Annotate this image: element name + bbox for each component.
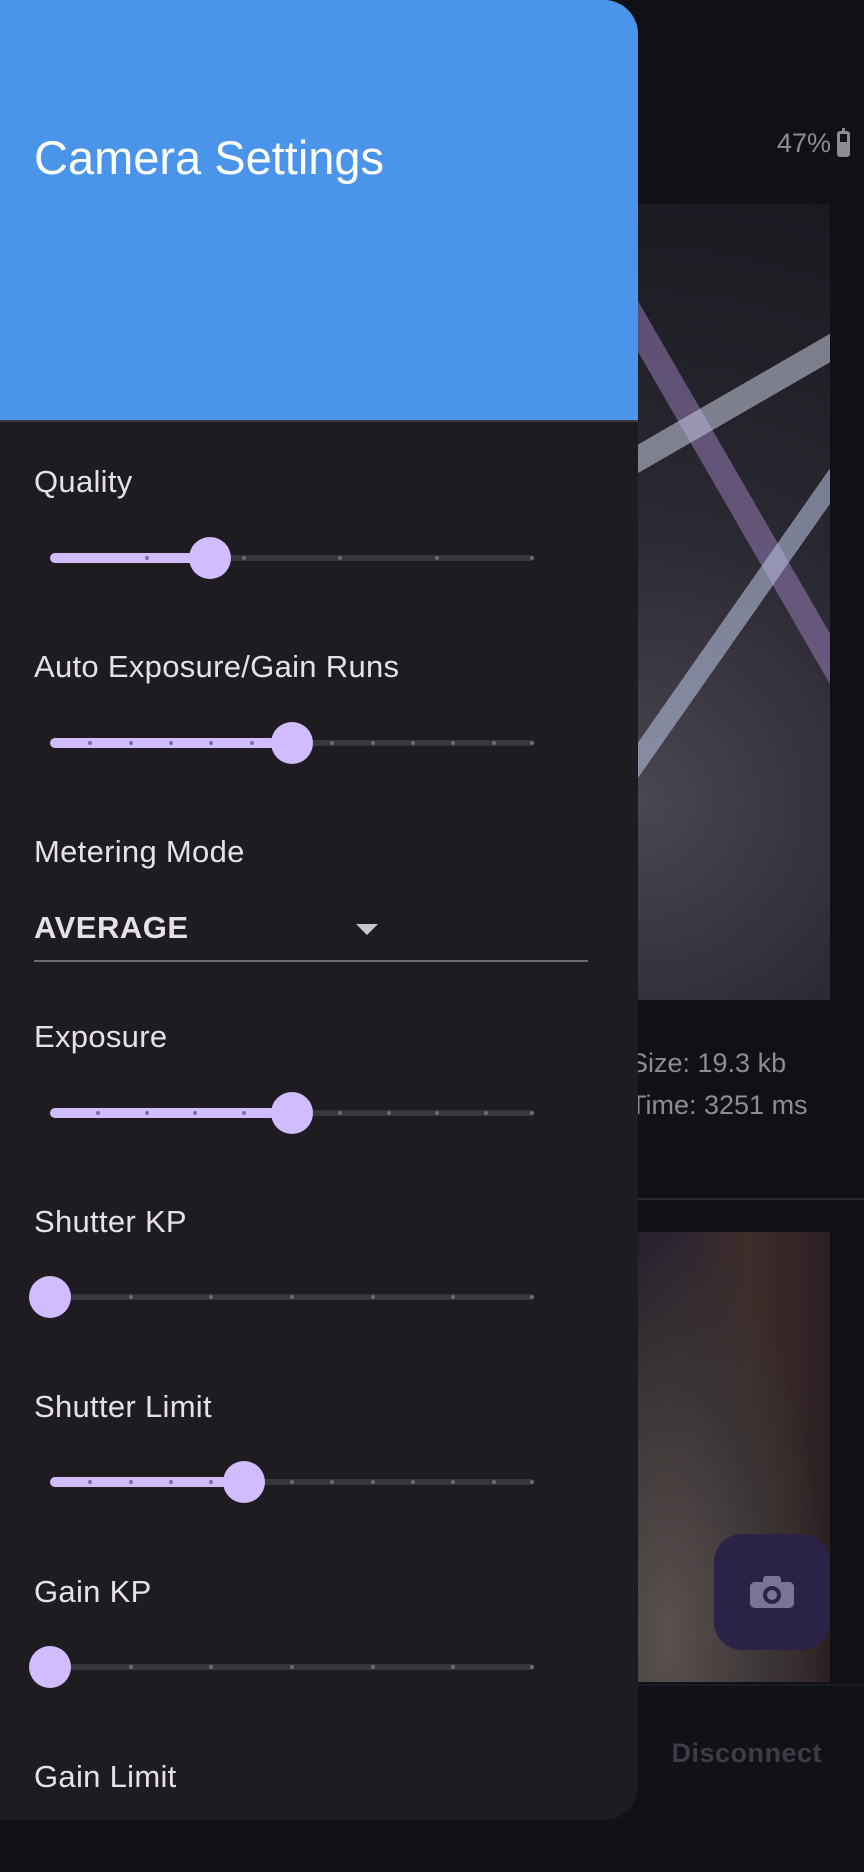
slider-tick: [128, 1480, 133, 1484]
slider-tick: [128, 1295, 133, 1299]
setting-shutter-kp: Shutter KP: [34, 1204, 604, 1240]
slider-tick: [530, 1480, 534, 1484]
slider-tick: [530, 1665, 534, 1669]
shutter-limit-label: Shutter Limit: [34, 1389, 212, 1424]
slider-tick: [128, 741, 133, 745]
quality-slider[interactable]: [50, 534, 534, 582]
slider-tick: [241, 1111, 246, 1115]
slider-tick: [370, 1480, 375, 1484]
slider-tick: [411, 741, 415, 745]
slider-thumb[interactable]: [271, 722, 313, 764]
slider-tick: [128, 1665, 133, 1669]
quality-label: Quality: [34, 464, 133, 499]
metering-value: AVERAGE: [34, 910, 189, 945]
shutter-limit-slider[interactable]: [50, 1458, 534, 1506]
shutter-kp-label: Shutter KP: [34, 1204, 187, 1239]
slider-tick: [386, 1111, 391, 1115]
setting-gain-kp: Gain KP: [34, 1574, 604, 1610]
slider-tick: [370, 1665, 375, 1669]
slider-thumb[interactable]: [188, 537, 231, 579]
slider-tick: [530, 741, 534, 745]
slider-tick: [530, 1111, 534, 1115]
slider-active-track: [50, 1477, 244, 1487]
slider-tick: [491, 741, 496, 745]
slider-tick: [530, 1295, 534, 1299]
setting-exposure: Exposure: [34, 1019, 604, 1055]
setting-gain-limit: Gain Limit: [34, 1759, 604, 1795]
slider-tick: [169, 741, 173, 745]
slider-tick: [290, 1665, 294, 1669]
slider-tick: [290, 1295, 294, 1299]
slider-tick: [290, 1480, 294, 1484]
slider-active-track: [50, 1108, 292, 1118]
setting-metering: Metering Mode: [34, 834, 604, 870]
slider-tick: [370, 741, 375, 745]
slider-active-track: [50, 553, 210, 563]
dropdown-arrow-icon: [356, 924, 378, 935]
shutter-kp-slider[interactable]: [29, 1273, 534, 1321]
slider-thumb[interactable]: [222, 1461, 265, 1503]
drawer-title: Camera Settings: [34, 131, 385, 184]
slider-tick: [411, 1480, 415, 1484]
setting-quality: Quality: [34, 464, 604, 500]
slider-thumb[interactable]: [29, 1276, 71, 1318]
slider-tick: [483, 1111, 488, 1115]
slider-tick: [370, 1295, 375, 1299]
settings-drawer: Camera Settings Quality Auto Exposure/Ga…: [0, 0, 638, 1820]
slider-tick: [249, 741, 254, 745]
ae-runs-slider[interactable]: [50, 719, 534, 767]
slider-tick: [241, 556, 246, 560]
gain-kp-slider[interactable]: [29, 1643, 534, 1691]
slider-tick: [144, 556, 149, 560]
slider-tick: [530, 556, 534, 560]
setting-shutter-limit: Shutter Limit: [34, 1389, 604, 1425]
setting-ae-runs: Auto Exposure/Gain Runs: [34, 649, 604, 685]
metering-label: Metering Mode: [34, 834, 245, 869]
gain-limit-label: Gain Limit: [34, 1759, 177, 1794]
slider-thumb[interactable]: [29, 1646, 71, 1688]
exposure-label: Exposure: [34, 1019, 168, 1054]
gain-kp-label: Gain KP: [34, 1574, 152, 1609]
slider-thumb[interactable]: [271, 1092, 313, 1134]
ae-runs-label: Auto Exposure/Gain Runs: [34, 649, 400, 684]
exposure-slider[interactable]: [50, 1089, 534, 1137]
slider-tick: [144, 1111, 149, 1115]
drawer-header: Camera Settings: [0, 0, 638, 422]
slider-tick: [491, 1480, 496, 1484]
slider-tick: [169, 1480, 173, 1484]
metering-dropdown[interactable]: AVERAGE: [34, 900, 588, 962]
